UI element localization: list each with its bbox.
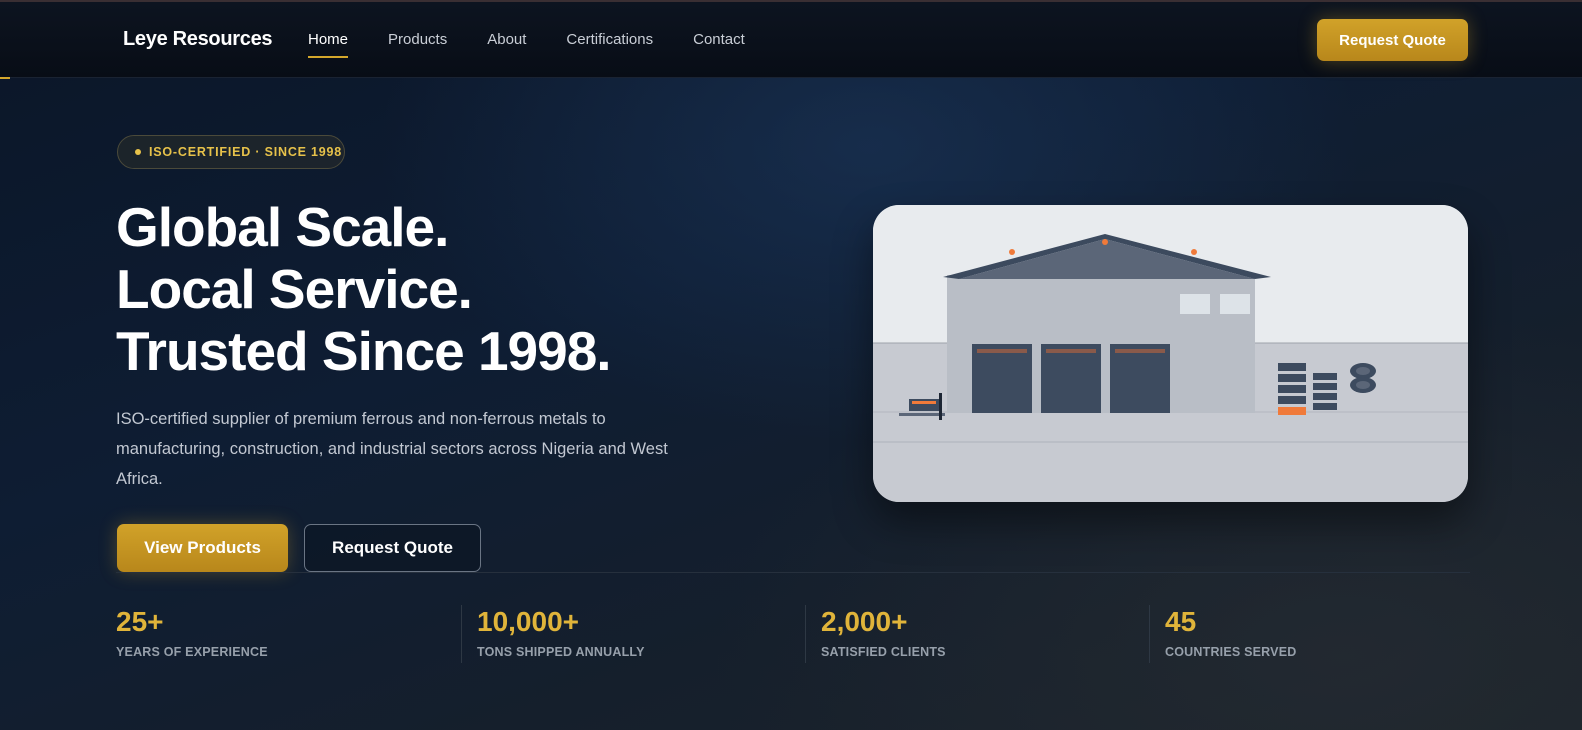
- site-header: Leye Resources Home Products About Certi…: [0, 2, 1582, 79]
- nav-item-contact[interactable]: Contact: [693, 31, 745, 61]
- stat-value: 10,000+: [477, 606, 579, 637]
- stats-divider: [116, 572, 1470, 573]
- stat-value: 2,000+: [821, 606, 908, 637]
- stat-label: TONS SHIPPED ANNUALLY: [477, 645, 645, 659]
- request-quote-button[interactable]: Request Quote: [304, 524, 481, 572]
- stat-clients: 2,000+ SATISFIED CLIENTS: [821, 605, 946, 663]
- stat-label: YEARS OF EXPERIENCE: [116, 645, 268, 659]
- stat-separator: [805, 605, 806, 663]
- iso-badge: ISO-CERTIFIED · SINCE 1998: [117, 135, 345, 169]
- stat-label: SATISFIED CLIENTS: [821, 645, 946, 659]
- main-nav: Home Products About Certifications Conta…: [308, 31, 785, 61]
- hero-title-line-1: Global Scale.: [116, 196, 449, 258]
- nav-item-home[interactable]: Home: [308, 31, 349, 61]
- header-request-quote-button[interactable]: Request Quote: [1317, 19, 1468, 61]
- stat-separator: [461, 605, 462, 663]
- nav-item-about[interactable]: About: [487, 31, 526, 61]
- stat-tons: 10,000+ TONS SHIPPED ANNUALLY: [477, 605, 645, 663]
- view-products-button[interactable]: View Products: [117, 524, 288, 572]
- nav-item-certifications[interactable]: Certifications: [566, 31, 653, 61]
- hero-description: ISO-certified supplier of premium ferrou…: [116, 410, 668, 488]
- badge-text: ISO-CERTIFIED · SINCE 1998: [149, 145, 343, 159]
- stat-value: 25+: [116, 606, 164, 637]
- stat-years: 25+ YEARS OF EXPERIENCE: [116, 605, 268, 663]
- hero-title: Global Scale. Local Service. Trusted Sin…: [116, 196, 612, 382]
- stat-label: COUNTRIES SERVED: [1165, 645, 1297, 659]
- logo[interactable]: Leye Resources: [123, 28, 273, 51]
- warehouse-illustration: [873, 205, 1468, 502]
- nav-item-products[interactable]: Products: [388, 31, 447, 61]
- stat-value: 45: [1165, 606, 1197, 637]
- hero-title-line-3: Trusted Since 1998.: [116, 320, 612, 382]
- hero-title-line-2: Local Service.: [116, 258, 473, 320]
- badge-dot-icon: [135, 149, 141, 155]
- stat-separator: [1149, 605, 1150, 663]
- header-accent-line: [0, 77, 10, 79]
- stat-countries: 45 COUNTRIES SERVED: [1165, 605, 1296, 663]
